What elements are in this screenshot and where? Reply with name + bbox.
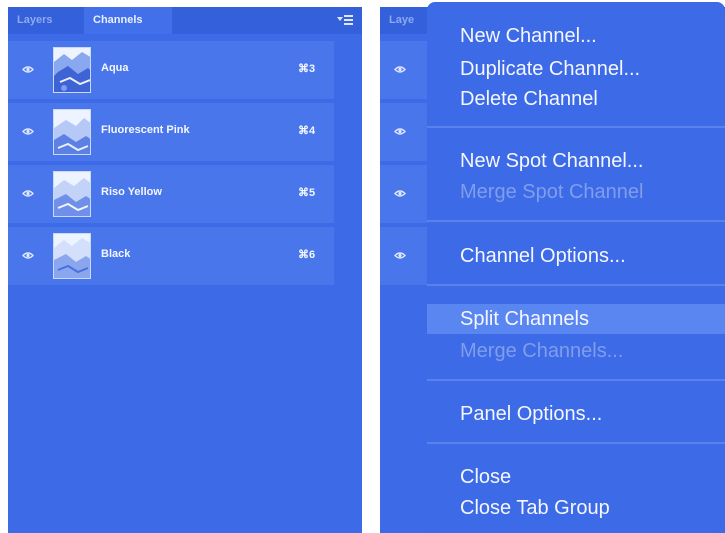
menu-item-merge-spot-channel: Merge Spot Channel bbox=[460, 181, 644, 203]
menu-item-split-channels[interactable]: Split Channels bbox=[427, 304, 725, 334]
menu-item-close[interactable]: Close bbox=[427, 462, 725, 492]
channel-row-riso-yellow[interactable]: Riso Yellow ⌘5 bbox=[8, 165, 334, 223]
panel-flyout-menu: New Channel... Duplicate Channel... Dele… bbox=[427, 2, 725, 533]
menu-item-duplicate-channel[interactable]: Duplicate Channel... bbox=[427, 54, 725, 84]
channel-name: Aqua bbox=[101, 62, 129, 74]
channel-thumbnail bbox=[53, 171, 91, 217]
channel-row-aqua[interactable]: Aqua ⌘3 bbox=[8, 41, 334, 99]
eye-icon[interactable] bbox=[394, 127, 406, 136]
menu-separator bbox=[427, 284, 725, 286]
eye-icon[interactable] bbox=[394, 65, 406, 74]
channel-thumbnail bbox=[53, 109, 91, 155]
panel-menu-icon[interactable] bbox=[337, 14, 353, 26]
channel-row-fluorescent-pink[interactable]: Fluorescent Pink ⌘4 bbox=[8, 103, 334, 161]
menu-item-channel-options[interactable]: Channel Options... bbox=[427, 241, 725, 271]
tab-channels[interactable]: Channels bbox=[84, 7, 172, 34]
panel-tab-bar: Layers Channels bbox=[8, 7, 362, 34]
channel-name: Riso Yellow bbox=[101, 186, 162, 198]
menu-item-new-spot-channel[interactable]: New Spot Channel... bbox=[427, 146, 725, 176]
menu-separator bbox=[427, 126, 725, 128]
menu-item-new-channel[interactable]: New Channel... bbox=[427, 21, 725, 51]
channels-panel: Layers Channels Aqua ⌘3 Fluorescent Pink… bbox=[8, 7, 362, 533]
channel-thumbnail bbox=[53, 233, 91, 279]
channel-shortcut: ⌘6 bbox=[298, 249, 316, 261]
eye-icon[interactable] bbox=[22, 127, 34, 136]
eye-icon[interactable] bbox=[394, 189, 406, 198]
tab-layers[interactable]: Layers bbox=[8, 7, 83, 34]
menu-separator bbox=[427, 220, 725, 222]
menu-separator bbox=[427, 442, 725, 444]
menu-item-panel-options[interactable]: Panel Options... bbox=[427, 399, 725, 429]
menu-item-close-tab-group[interactable]: Close Tab Group bbox=[427, 493, 725, 523]
eye-icon[interactable] bbox=[22, 251, 34, 260]
channel-shortcut: ⌘3 bbox=[298, 63, 316, 75]
channel-row-black[interactable]: Black ⌘6 bbox=[8, 227, 334, 285]
channel-thumbnail bbox=[53, 47, 91, 93]
channel-name: Black bbox=[101, 248, 131, 260]
channel-shortcut: ⌘5 bbox=[298, 187, 316, 199]
eye-icon[interactable] bbox=[22, 65, 34, 74]
menu-item-merge-channels: Merge Channels... bbox=[460, 340, 624, 362]
eye-icon[interactable] bbox=[22, 189, 34, 198]
channel-name: Fluorescent Pink bbox=[101, 124, 190, 136]
eye-icon[interactable] bbox=[394, 251, 406, 260]
channel-shortcut: ⌘4 bbox=[298, 125, 316, 137]
menu-separator bbox=[427, 379, 725, 381]
menu-item-delete-channel[interactable]: Delete Channel bbox=[427, 84, 725, 114]
